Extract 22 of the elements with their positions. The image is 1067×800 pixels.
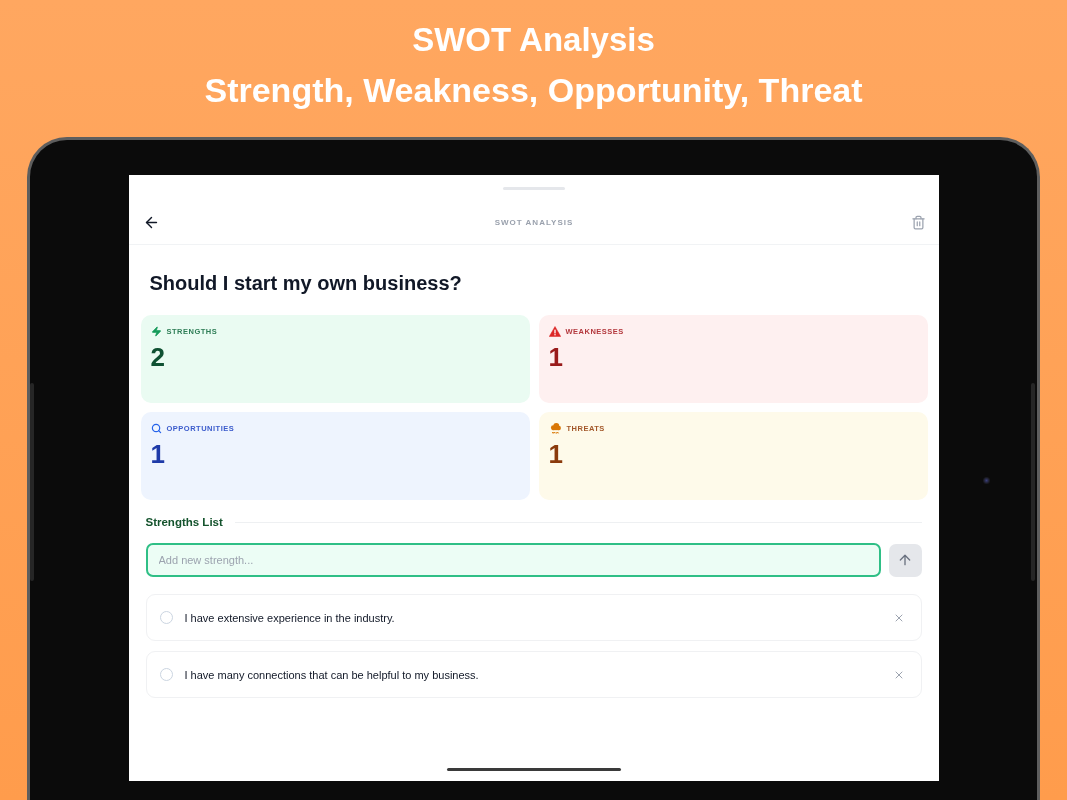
warning-icon <box>548 325 561 337</box>
list-heading: Strengths List <box>145 515 223 530</box>
radio-circle[interactable] <box>159 611 173 624</box>
search-icon <box>150 422 162 434</box>
quadrant-count: 1 <box>150 441 165 467</box>
quadrant-count: 1 <box>548 344 563 370</box>
submit-button[interactable] <box>888 543 922 577</box>
new-item-input[interactable]: Add new strength... <box>145 543 881 577</box>
promo-subtitle: Strength, Weakness, Opportunity, Threat <box>204 70 863 111</box>
rain-cloud-icon <box>548 421 562 435</box>
item-text: I have many connections that can be helpful to my business. <box>184 668 480 681</box>
camera-icon <box>983 477 990 484</box>
promo-title: SWOT Analysis <box>412 20 655 60</box>
quadrant-count: 2 <box>150 344 165 370</box>
screen-title: SWOT ANALYSIS <box>494 217 574 227</box>
question-heading: Should I start my own business? <box>148 271 463 295</box>
lightning-icon <box>150 325 162 337</box>
quadrant-count: 1 <box>548 441 563 467</box>
delete-button[interactable] <box>910 214 926 230</box>
trash-icon <box>910 214 926 230</box>
item-text: I have extensive experience in the industry. <box>184 611 396 624</box>
radio-circle[interactable] <box>159 668 173 681</box>
